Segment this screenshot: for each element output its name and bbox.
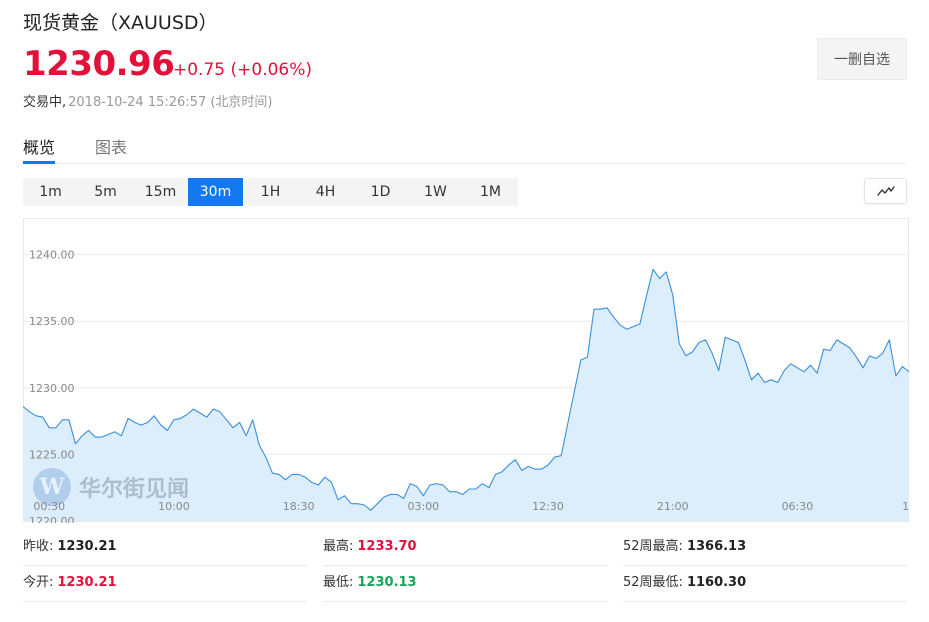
period-1mo[interactable]: 1M bbox=[463, 178, 518, 206]
instrument-title: 现货黄金（XAUUSD） bbox=[23, 12, 218, 34]
period-15m[interactable]: 15m bbox=[133, 178, 188, 206]
stat-open: 今开: 1230.21 bbox=[23, 566, 307, 602]
stat-label: 52周最高: bbox=[623, 539, 683, 554]
tab-chart[interactable]: 图表 bbox=[95, 134, 127, 158]
status-label: 交易中, bbox=[23, 95, 67, 110]
stat-value: 1230.13 bbox=[357, 575, 417, 590]
stat-label: 今开: bbox=[23, 575, 54, 590]
y-tick-label: 1225.00 bbox=[29, 448, 75, 461]
active-tab-indicator bbox=[23, 161, 55, 164]
line-chart-icon bbox=[876, 186, 895, 196]
stat-52w-low: 52周最低: 1160.30 bbox=[623, 566, 907, 602]
period-30m[interactable]: 30m bbox=[188, 178, 243, 206]
x-tick-label: 21:00 bbox=[657, 500, 689, 513]
x-tick-label: 03:00 bbox=[407, 500, 439, 513]
period-5m[interactable]: 5m bbox=[78, 178, 133, 206]
stat-label: 最高: bbox=[323, 539, 354, 554]
remove-watchlist-button[interactable]: 一删自选 bbox=[817, 38, 907, 80]
stat-52w-high: 52周最高: 1366.13 bbox=[623, 530, 907, 566]
x-tick-label: 15:0 bbox=[902, 500, 909, 513]
period-1w[interactable]: 1W bbox=[408, 178, 463, 206]
price-change: +0.75 (+0.06%) bbox=[173, 60, 313, 80]
period-4h[interactable]: 4H bbox=[298, 178, 353, 206]
y-tick-label: 1230.00 bbox=[29, 382, 75, 395]
period-selector: 1m 5m 15m 30m 1H 4H 1D 1W 1M bbox=[23, 178, 518, 206]
y-tick-label: 1235.00 bbox=[29, 315, 75, 328]
stat-value: 1160.30 bbox=[686, 575, 747, 590]
x-tick-label: 06:30 bbox=[782, 500, 814, 513]
stat-label: 52周最低: bbox=[623, 575, 683, 590]
x-tick-label: 18:30 bbox=[283, 500, 315, 513]
stat-label: 最低: bbox=[323, 575, 354, 590]
stat-low: 最低: 1230.13 bbox=[323, 566, 607, 602]
chart-type-toggle[interactable] bbox=[864, 178, 907, 204]
watermark: W 华尔街见闻 bbox=[33, 468, 203, 506]
y-tick-label: 1220.00 bbox=[29, 515, 75, 523]
stat-value: 1233.70 bbox=[357, 539, 417, 554]
x-tick-label: 12:30 bbox=[532, 500, 564, 513]
stat-label: 昨收: bbox=[23, 539, 54, 554]
watermark-text: 华尔街见闻 bbox=[79, 476, 190, 502]
trading-status: 交易中, 2018-10-24 15:26:57 (北京时间) bbox=[23, 91, 273, 110]
status-timestamp: 2018-10-24 15:26:57 (北京时间) bbox=[68, 95, 273, 110]
watermark-logo: W bbox=[33, 468, 71, 506]
stat-high: 最高: 1233.70 bbox=[323, 530, 607, 566]
stat-value: 1366.13 bbox=[686, 539, 747, 554]
stat-value: 1230.21 bbox=[57, 575, 117, 590]
stat-prev-close: 昨收: 1230.21 bbox=[23, 530, 307, 566]
period-1h[interactable]: 1H bbox=[243, 178, 298, 206]
stat-value: 1230.21 bbox=[57, 539, 117, 554]
period-1d[interactable]: 1D bbox=[353, 178, 408, 206]
tab-bar: 概览 图表 bbox=[23, 128, 907, 164]
period-1m[interactable]: 1m bbox=[23, 178, 78, 206]
y-tick-label: 1240.00 bbox=[29, 249, 75, 262]
current-price: 1230.96 bbox=[23, 44, 175, 84]
tab-overview[interactable]: 概览 bbox=[23, 134, 55, 158]
